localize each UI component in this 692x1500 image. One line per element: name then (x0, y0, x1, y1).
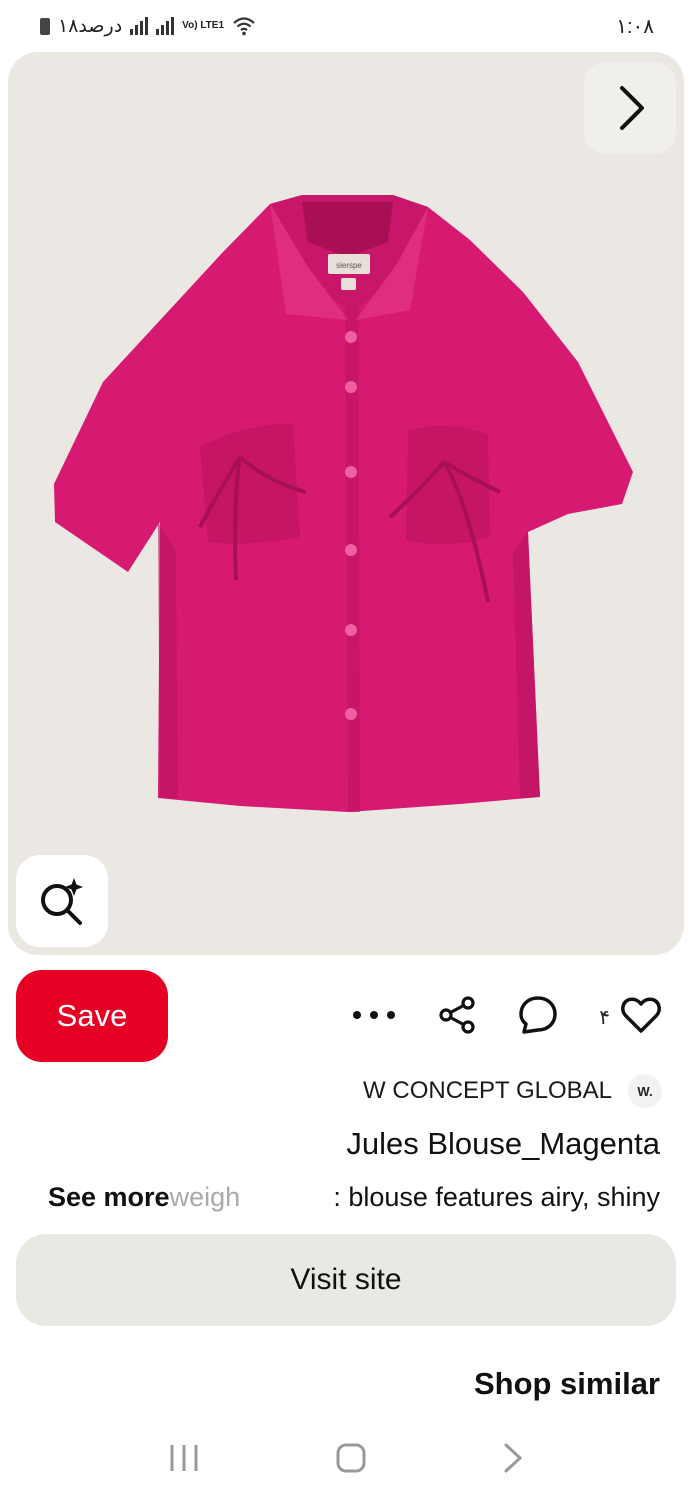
next-button[interactable] (584, 62, 676, 154)
wifi-icon (232, 16, 256, 36)
pin-source[interactable]: W CONCEPT GLOBAL W. (363, 1074, 662, 1108)
save-button[interactable]: Save (16, 970, 168, 1062)
share-icon (439, 995, 475, 1034)
share-button[interactable] (437, 995, 477, 1040)
pin-actions: ۴ (351, 990, 662, 1044)
battery-percent: ۱۸درصد (58, 15, 123, 37)
description-fade: weigh (169, 1182, 241, 1212)
comment-button[interactable] (517, 994, 559, 1041)
like-count: ۴ (599, 1006, 610, 1029)
like-group: ۴ (599, 995, 662, 1040)
back-button[interactable] (502, 1442, 524, 1479)
more-button[interactable] (351, 1008, 397, 1026)
description-text: : blouse features airy, shiny (333, 1182, 660, 1212)
heart-icon (621, 996, 661, 1033)
comment-icon (519, 995, 557, 1034)
volte-icon: Vo) LTE1 (182, 20, 225, 31)
clock: ۱:۰۸ (616, 15, 654, 38)
recents-icon (170, 1444, 198, 1471)
pin-image[interactable]: sierspe (8, 52, 684, 955)
see-more-link[interactable]: See more (48, 1182, 170, 1212)
blouse-image: sierspe (54, 195, 633, 812)
signal-icon-2 (156, 17, 175, 35)
pin-description: See moreweigh : blouse features airy, sh… (48, 1182, 660, 1213)
source-logo: W. (628, 1074, 662, 1108)
status-left: ۱۸درصد Vo) LTE1 (40, 15, 256, 38)
pin-detail-screen: ۱۸درصد Vo) LTE1 ۱:۰۸ sierspe Save ۴ W CO… (0, 0, 692, 1500)
home-icon (336, 1443, 366, 1472)
home-button[interactable] (335, 1442, 367, 1479)
visual-search-button[interactable] (16, 855, 108, 947)
visual-search-icon (41, 878, 83, 925)
status-bar: ۱۸درصد Vo) LTE1 ۱:۰۸ (0, 0, 692, 52)
recents-button[interactable] (168, 1443, 200, 1478)
signal-icon (130, 17, 149, 35)
more-icon (353, 1011, 396, 1019)
chevron-right-icon (504, 1443, 523, 1472)
like-button[interactable] (620, 995, 662, 1040)
shop-similar-heading: Shop similar (473, 1366, 660, 1401)
visit-site-button[interactable]: Visit site (16, 1234, 676, 1326)
brand-label-text: sierspe (336, 261, 362, 270)
chevron-right-icon (620, 86, 644, 130)
battery-icon (40, 17, 50, 35)
system-nav-bar (0, 1420, 692, 1500)
source-name: W CONCEPT GLOBAL (363, 1077, 612, 1104)
pin-title: Jules Blouse_Magenta (346, 1126, 660, 1161)
